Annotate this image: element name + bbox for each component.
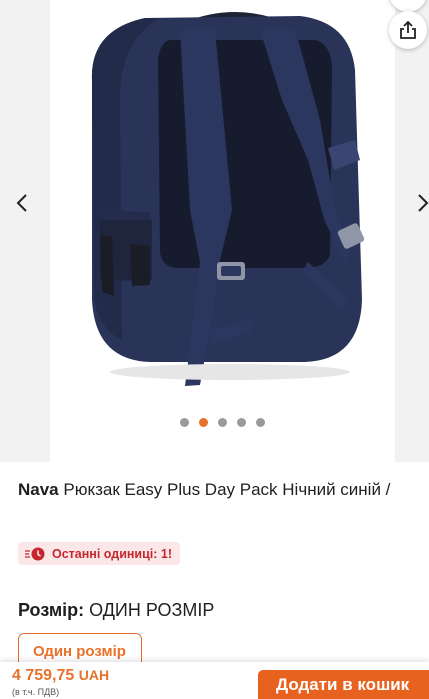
product-photo[interactable] bbox=[50, 0, 395, 462]
chevron-right-icon bbox=[418, 194, 429, 212]
price-currency: UAH bbox=[78, 667, 110, 683]
product-name: Рюкзак Easy Plus Day Pack Нічний синій / bbox=[63, 480, 391, 499]
share-icon bbox=[400, 20, 416, 39]
add-to-cart-button[interactable]: Додати в кошик bbox=[258, 670, 429, 699]
gallery-dot[interactable] bbox=[218, 418, 227, 427]
gallery-prev-button[interactable] bbox=[10, 188, 34, 218]
price-amount: 4 759,75 bbox=[12, 667, 75, 684]
product-gallery[interactable] bbox=[0, 0, 429, 462]
chevron-left-icon bbox=[16, 194, 27, 212]
vat-note: (в т.ч. ПДВ) bbox=[12, 687, 60, 697]
gallery-next-button[interactable] bbox=[411, 188, 429, 218]
stock-badge: Останні одиниці: 1! bbox=[18, 542, 181, 565]
product-brand: Nava bbox=[18, 480, 59, 499]
size-value: ОДИН РОЗМІР bbox=[89, 600, 215, 620]
share-button[interactable] bbox=[389, 11, 427, 49]
size-label: Розмір: bbox=[18, 600, 85, 620]
low-stock-icon bbox=[25, 547, 45, 560]
gallery-dot[interactable] bbox=[180, 418, 189, 427]
gallery-dot[interactable] bbox=[199, 418, 208, 427]
size-line: Розмір: ОДИН РОЗМІР bbox=[18, 600, 214, 621]
gallery-dot[interactable] bbox=[237, 418, 246, 427]
product-title: Nava Рюкзак Easy Plus Day Pack Нічний си… bbox=[18, 480, 390, 500]
gallery-pagination bbox=[0, 418, 429, 427]
price: 4 759,75 UAH bbox=[12, 667, 109, 685]
gallery-dot[interactable] bbox=[256, 418, 265, 427]
stock-badge-text: Останні одиниці: 1! bbox=[52, 546, 173, 561]
backpack-image bbox=[91, 12, 365, 386]
purchase-bar: 4 759,75 UAH (в т.ч. ПДВ) Додати в кошик bbox=[0, 662, 429, 699]
